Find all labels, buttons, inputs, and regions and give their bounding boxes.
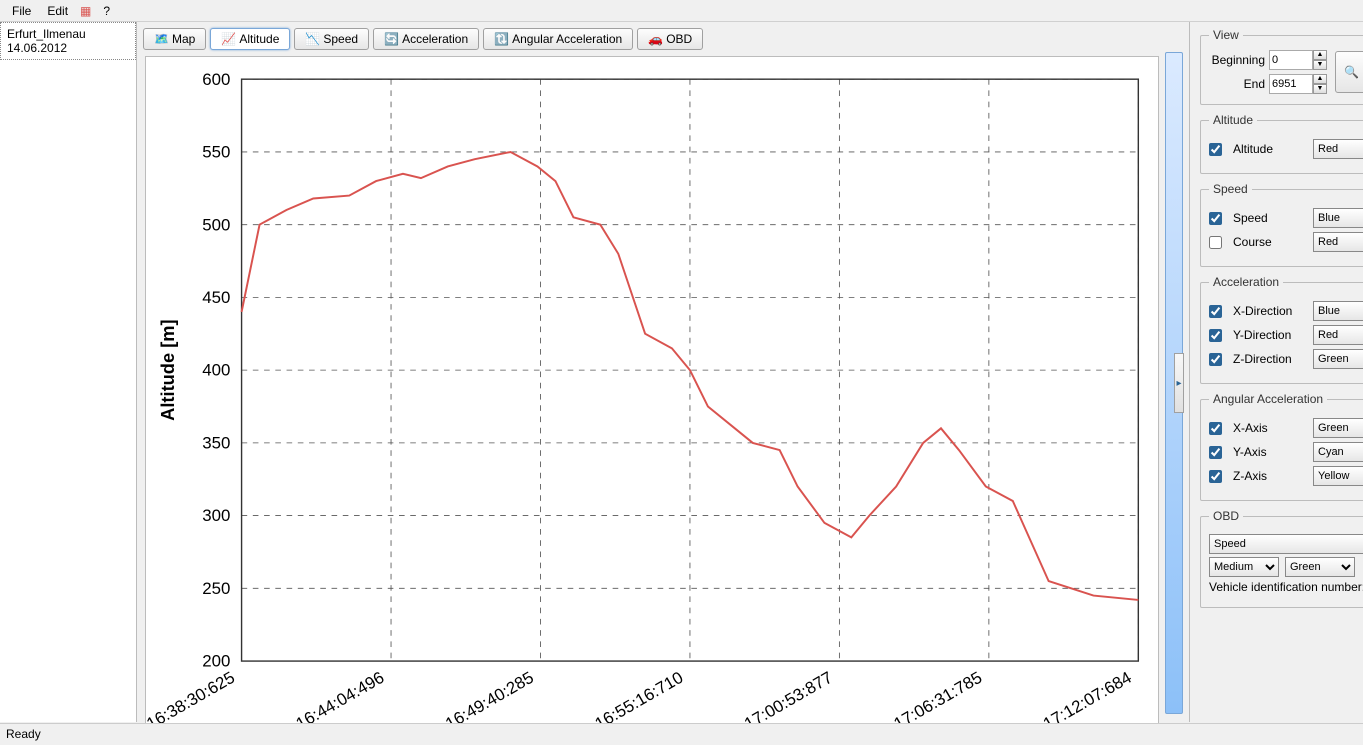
chart-line-icon: 📈	[221, 32, 235, 46]
tab-acceleration[interactable]: 🔄Acceleration	[373, 28, 479, 50]
accel-color-2[interactable]: Green	[1313, 349, 1363, 369]
angular-check-2[interactable]	[1209, 470, 1222, 483]
tab-angular-acceleration[interactable]: 🔃Angular Acceleration	[483, 28, 633, 50]
end-input[interactable]	[1269, 74, 1313, 94]
end-up[interactable]: ▲	[1313, 74, 1327, 84]
obd-color-select[interactable]: Green	[1285, 557, 1355, 577]
speed-label-0: Speed	[1233, 211, 1307, 225]
group-acceleration: Acceleration X-DirectionBlueThinY-Direct…	[1200, 275, 1363, 384]
tab-altitude[interactable]: 📈Altitude	[210, 28, 290, 50]
angular-color-2[interactable]: Yellow	[1313, 466, 1363, 486]
altitude-check-0[interactable]	[1209, 143, 1222, 156]
group-obd: OBD Speed Medium Green Vehicle identific…	[1200, 509, 1363, 608]
tab-map[interactable]: 🗺️Map	[143, 28, 206, 50]
angular-check-1[interactable]	[1209, 446, 1222, 459]
angular-label-0: X-Axis	[1233, 421, 1307, 435]
gauge-icon: 🔄	[384, 32, 398, 46]
svg-text:450: 450	[202, 288, 230, 307]
label-beginning: Beginning	[1209, 53, 1265, 67]
tab-obd[interactable]: 🚗OBD	[637, 28, 703, 50]
toolbar-icon[interactable]: ▦	[76, 2, 95, 20]
beginning-up[interactable]: ▲	[1313, 50, 1327, 60]
label-end: End	[1209, 77, 1265, 91]
chart-frame: 20025030035040045050055060016:38:30:6251…	[145, 56, 1159, 745]
angular-label-1: Y-Axis	[1233, 445, 1307, 459]
altitude-color-0[interactable]: Red	[1313, 139, 1363, 159]
project-tree: Erfurt_Ilmenau 14.06.2012	[0, 22, 137, 722]
obd-style-select[interactable]: Medium	[1209, 557, 1279, 577]
accel-label-2: Z-Direction	[1233, 352, 1307, 366]
accel-color-1[interactable]: Red	[1313, 325, 1363, 345]
speed-icon: 📉	[305, 32, 319, 46]
vin-label: Vehicle identification number:	[1209, 580, 1363, 594]
accel-label-1: Y-Direction	[1233, 328, 1307, 342]
speed-color-0[interactable]: Blue	[1313, 208, 1363, 228]
group-altitude: Altitude AltitudeRedThin	[1200, 113, 1363, 174]
angular-color-1[interactable]: Cyan	[1313, 442, 1363, 462]
angular-check-0[interactable]	[1209, 422, 1222, 435]
map-icon: 🗺️	[154, 32, 168, 46]
svg-text:500: 500	[202, 215, 230, 234]
speed-color-1[interactable]: Red	[1313, 232, 1363, 252]
menu-edit[interactable]: Edit	[39, 2, 76, 20]
group-angular: Angular Acceleration X-AxisGreenMediumY-…	[1200, 392, 1363, 501]
speed-check-0[interactable]	[1209, 212, 1222, 225]
beginning-input[interactable]	[1269, 50, 1313, 70]
svg-text:Altitude [m]: Altitude [m]	[157, 319, 178, 420]
panel-collapse-handle[interactable]: ▸	[1174, 353, 1184, 413]
svg-text:250: 250	[202, 579, 230, 598]
svg-text:300: 300	[202, 506, 230, 525]
speed-label-1: Course	[1233, 235, 1307, 249]
menu-help[interactable]: ?	[95, 2, 118, 20]
menu-bar: File Edit ▦ ?	[0, 0, 1363, 22]
reset-zoom-button[interactable]: 🔍Reset zoom	[1335, 51, 1363, 93]
accel-color-0[interactable]: Blue	[1313, 301, 1363, 321]
accel-label-0: X-Direction	[1233, 304, 1307, 318]
group-view: View Beginning ▲▼ End ▲▼	[1200, 28, 1363, 105]
zoom-icon: 🔍	[1344, 65, 1359, 79]
altitude-chart: 20025030035040045050055060016:38:30:6251…	[146, 57, 1158, 745]
vertical-scrollbar[interactable]: ▸	[1165, 52, 1183, 714]
settings-panel: View Beginning ▲▼ End ▲▼	[1190, 22, 1363, 722]
group-speed: Speed SpeedBlueThinCourseRedMedium	[1200, 182, 1363, 267]
rotate-icon: 🔃	[494, 32, 508, 46]
tabs: 🗺️Map 📈Altitude 📉Speed 🔄Acceleration 🔃An…	[137, 22, 1189, 56]
end-down[interactable]: ▼	[1313, 84, 1327, 94]
group-view-title: View	[1209, 28, 1243, 42]
accel-check-2[interactable]	[1209, 353, 1222, 366]
tree-item[interactable]: Erfurt_Ilmenau 14.06.2012	[0, 22, 136, 60]
angular-color-0[interactable]: Green	[1313, 418, 1363, 438]
accel-check-1[interactable]	[1209, 329, 1222, 342]
accel-check-0[interactable]	[1209, 305, 1222, 318]
speed-check-1[interactable]	[1209, 236, 1222, 249]
svg-text:550: 550	[202, 143, 230, 162]
tab-speed[interactable]: 📉Speed	[294, 28, 369, 50]
svg-text:350: 350	[202, 433, 230, 452]
center-pane: 🗺️Map 📈Altitude 📉Speed 🔄Acceleration 🔃An…	[137, 22, 1190, 722]
status-bar: Ready	[0, 723, 1363, 745]
angular-label-2: Z-Axis	[1233, 469, 1307, 483]
altitude-label-0: Altitude	[1233, 142, 1307, 156]
menu-file[interactable]: File	[4, 2, 39, 20]
car-icon: 🚗	[648, 32, 662, 46]
svg-text:400: 400	[202, 361, 230, 380]
svg-text:600: 600	[202, 70, 230, 89]
obd-channel-select[interactable]: Speed	[1209, 534, 1363, 554]
beginning-down[interactable]: ▼	[1313, 60, 1327, 70]
